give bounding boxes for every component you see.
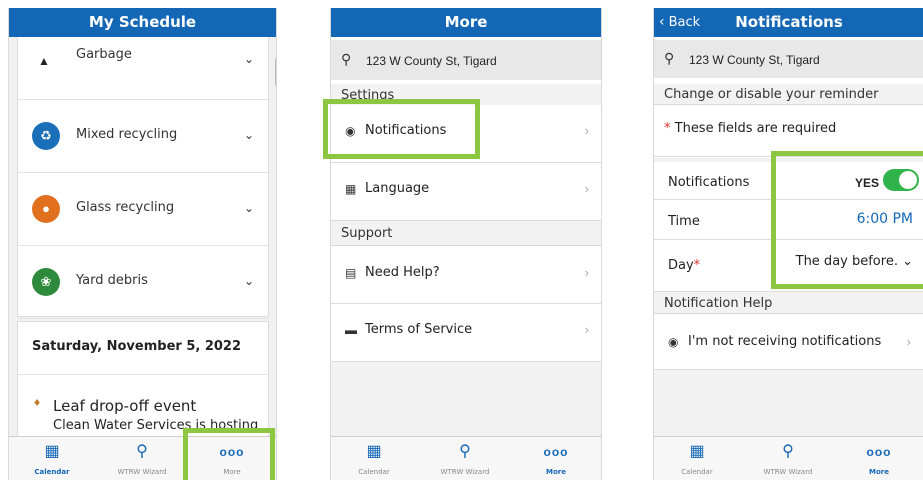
menu-item-label: I'm not receiving notifications: [688, 334, 882, 349]
back-label: Back: [668, 15, 701, 30]
document-icon: ▤: [345, 266, 357, 280]
menu-item-label: Need Help?: [365, 265, 440, 280]
tab-label: WTRW Wizard: [763, 468, 813, 476]
address-text: 123 W County St, Tigard: [689, 53, 820, 67]
my-schedule-screen: My Schedule ▲ Garbage ⌄ ♻ Mixed recyclin…: [8, 8, 277, 480]
section-label: Support: [341, 226, 393, 241]
event-date: Saturday, November 5, 2022: [32, 339, 242, 354]
tab-calendar[interactable]: ▦ Calendar: [654, 443, 742, 476]
chevron-down-icon[interactable]: ⌄: [244, 274, 254, 288]
tab-calendar[interactable]: ▦ Calendar: [9, 443, 97, 476]
event-title: Leaf drop-off event: [53, 397, 197, 415]
tab-calendar[interactable]: ▦ Calendar: [331, 443, 419, 476]
address-bar[interactable]: ⚲ 123 W County St, Tigard: [654, 40, 923, 78]
tab-label: Calendar: [358, 468, 390, 476]
screen-title: More: [444, 13, 488, 31]
wizard-search-icon: ⚲: [782, 443, 794, 460]
tab-label: More: [546, 468, 566, 476]
field-label: Time: [668, 214, 700, 229]
chevron-right-icon: ›: [584, 265, 589, 280]
schedule-item-glass-recycling[interactable]: ● Glass recycling ⌄: [18, 173, 268, 246]
help-item-not-receiving[interactable]: ◉ I'm not receiving notifications ›: [654, 314, 923, 370]
schedule-item-garbage[interactable]: ▲ Garbage ⌄: [18, 27, 268, 100]
alert-icon: ◉: [668, 335, 679, 349]
chevron-left-icon: ‹: [659, 14, 665, 30]
menu-item-need-help[interactable]: ▤ Need Help? ›: [331, 246, 601, 304]
screen-header: ‹ Back Notifications: [654, 8, 923, 37]
more-screen: More ⚲ 123 W County St, Tigard Settings …: [330, 8, 602, 480]
chevron-down-icon[interactable]: ⌄: [244, 128, 254, 142]
tab-more[interactable]: ooo More: [511, 443, 601, 476]
empty-area: [654, 370, 923, 436]
garbage-icon: ▲: [38, 54, 50, 68]
schedule-item-label: Yard debris: [76, 273, 148, 288]
tab-label: WTRW Wizard: [117, 468, 167, 476]
required-note: * These fields are required: [664, 121, 836, 136]
glass-icon: ●: [32, 195, 60, 223]
chevron-down-icon[interactable]: ⌄: [244, 201, 254, 215]
leaf-icon: ❀: [32, 268, 60, 296]
recycle-icon: ♻: [32, 122, 60, 150]
leaf-icon: ♦: [34, 395, 41, 409]
section-label: Change or disable your reminder: [664, 87, 879, 102]
location-pin-icon: ⚲: [341, 51, 352, 67]
address-bar[interactable]: ⚲ 123 W County St, Tigard: [331, 40, 601, 80]
screen-header: More: [331, 8, 601, 37]
tab-wtrw-wizard[interactable]: ⚲ WTRW Wizard: [743, 443, 833, 476]
calendar-icon: ▦: [44, 443, 60, 460]
schedule-item-mixed-recycling[interactable]: ♻ Mixed recycling ⌄: [18, 100, 268, 173]
tab-label: WTRW Wizard: [440, 468, 490, 476]
back-button[interactable]: ‹ Back: [659, 14, 700, 30]
required-star: *: [693, 258, 701, 273]
tab-wtrw-wizard[interactable]: ⚲ WTRW Wizard: [420, 443, 510, 476]
notification-help-header: Notification Help: [654, 292, 923, 314]
more-dots-icon: ooo: [866, 445, 892, 459]
schedule-item-yard-debris[interactable]: ❀ Yard debris ⌄: [18, 246, 268, 319]
menu-item-terms-of-service[interactable]: ▬ Terms of Service ›: [331, 304, 601, 362]
highlight-box-notifications: [323, 99, 480, 159]
day-label: Day: [668, 258, 694, 273]
handshake-icon: ▬: [345, 323, 357, 337]
tab-wtrw-wizard[interactable]: ⚲ WTRW Wizard: [97, 443, 187, 476]
chevron-down-icon[interactable]: ⌄: [244, 52, 254, 66]
empty-area: [331, 362, 601, 436]
divider: [18, 374, 268, 375]
schedule-list: ▲ Garbage ⌄ ♻ Mixed recycling ⌄ ● Glass …: [17, 37, 269, 319]
scrollbar-thumb[interactable]: [275, 58, 276, 86]
more-dots-icon: ooo: [543, 445, 569, 459]
address-text: 123 W County St, Tigard: [366, 54, 497, 68]
tab-bar: ▦ Calendar ⚲ WTRW Wizard ooo More: [654, 436, 923, 480]
chevron-right-icon: ›: [584, 181, 589, 196]
schedule-item-label: Glass recycling: [76, 200, 175, 215]
tab-label: Calendar: [34, 468, 70, 476]
highlight-box-more-tab: [183, 428, 275, 480]
location-pin-icon: ⚲: [664, 50, 675, 66]
calendar-icon: ▦: [366, 443, 382, 460]
screen-title: Notifications: [735, 13, 843, 31]
change-reminder-header: Change or disable your reminder: [654, 84, 923, 105]
tab-more[interactable]: ooo More: [834, 443, 923, 476]
tab-label: More: [869, 468, 889, 476]
required-text: These fields are required: [670, 121, 837, 136]
language-icon: ▦: [345, 182, 357, 196]
chevron-right-icon: ›: [584, 322, 589, 337]
section-label: Notification Help: [664, 296, 773, 311]
schedule-item-label: Garbage: [76, 47, 132, 62]
field-label: Day*: [668, 258, 700, 273]
menu-item-label: Terms of Service: [365, 322, 473, 337]
tab-bar: ▦ Calendar ⚲ WTRW Wizard ooo More: [331, 436, 601, 480]
tab-label: Calendar: [681, 468, 713, 476]
wizard-search-icon: ⚲: [136, 443, 148, 460]
menu-item-label: Language: [365, 181, 430, 196]
wizard-search-icon: ⚲: [459, 443, 471, 460]
chevron-right-icon: ›: [584, 123, 589, 138]
highlight-box-reminder-settings: [771, 151, 923, 289]
field-label: Notifications: [668, 175, 750, 190]
support-section-header: Support: [331, 221, 601, 246]
calendar-icon: ▦: [689, 443, 705, 460]
schedule-item-label: Mixed recycling: [76, 127, 178, 142]
chevron-right-icon: ›: [906, 334, 911, 349]
menu-item-language[interactable]: ▦ Language ›: [331, 163, 601, 221]
